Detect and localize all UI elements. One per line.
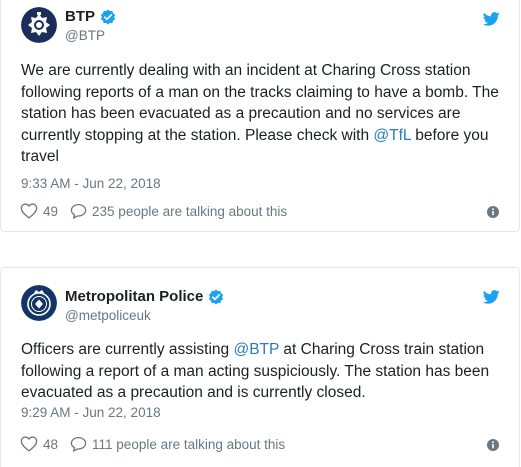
avatar[interactable] — [21, 7, 57, 43]
info-icon[interactable] — [487, 438, 499, 451]
reply-bubble-icon — [70, 203, 87, 219]
mention-link[interactable]: @BTP — [233, 341, 279, 358]
display-name[interactable]: Metropolitan Police — [65, 288, 203, 306]
verified-icon — [100, 9, 116, 25]
info-icon[interactable] — [487, 205, 499, 218]
tweet-text: We are currently dealing with an inciden… — [21, 60, 501, 168]
author-block: BTP @BTP — [65, 8, 116, 45]
author-block: Metropolitan Police @metpoliceuk — [65, 288, 224, 325]
heart-icon — [20, 203, 38, 219]
tweet-text: Officers are currently assisting @BTP at… — [21, 339, 501, 404]
like-button[interactable]: 49 — [20, 203, 58, 219]
conversation-link[interactable]: 111 people are talking about this — [70, 436, 285, 452]
conversation-link[interactable]: 235 people are talking about this — [70, 203, 287, 219]
verified-icon — [208, 289, 224, 305]
talking-count: 111 people are talking about this — [92, 436, 286, 452]
heart-icon — [20, 436, 38, 452]
tweet-card: Metropolitan Police @metpoliceuk Officer… — [0, 267, 520, 467]
tweet-text-part: Officers are currently assisting — [21, 341, 234, 358]
tweet-timestamp[interactable]: 9:33 AM - Jun 22, 2018 — [21, 176, 161, 191]
reply-bubble-icon — [70, 436, 87, 452]
talking-count: 235 people are talking about this — [92, 203, 288, 219]
tweet-timestamp[interactable]: 9:29 AM - Jun 22, 2018 — [21, 405, 161, 420]
display-name[interactable]: BTP — [65, 8, 95, 26]
user-handle[interactable]: @metpoliceuk — [65, 307, 224, 325]
tweet-card: BTP @BTP We are currently dealing with a… — [0, 0, 520, 232]
twitter-bird-icon[interactable] — [482, 12, 500, 26]
twitter-bird-icon[interactable] — [482, 290, 500, 304]
like-button[interactable]: 48 — [20, 436, 58, 452]
like-count: 49 — [43, 203, 59, 219]
user-handle[interactable]: @BTP — [65, 27, 116, 45]
tweet-actions: 49 235 people are talking about this — [20, 203, 287, 219]
tweet-actions: 48 111 people are talking about this — [20, 436, 285, 452]
like-count: 48 — [43, 436, 59, 452]
avatar[interactable] — [21, 285, 57, 321]
mention-link[interactable]: @TfL — [373, 127, 411, 144]
